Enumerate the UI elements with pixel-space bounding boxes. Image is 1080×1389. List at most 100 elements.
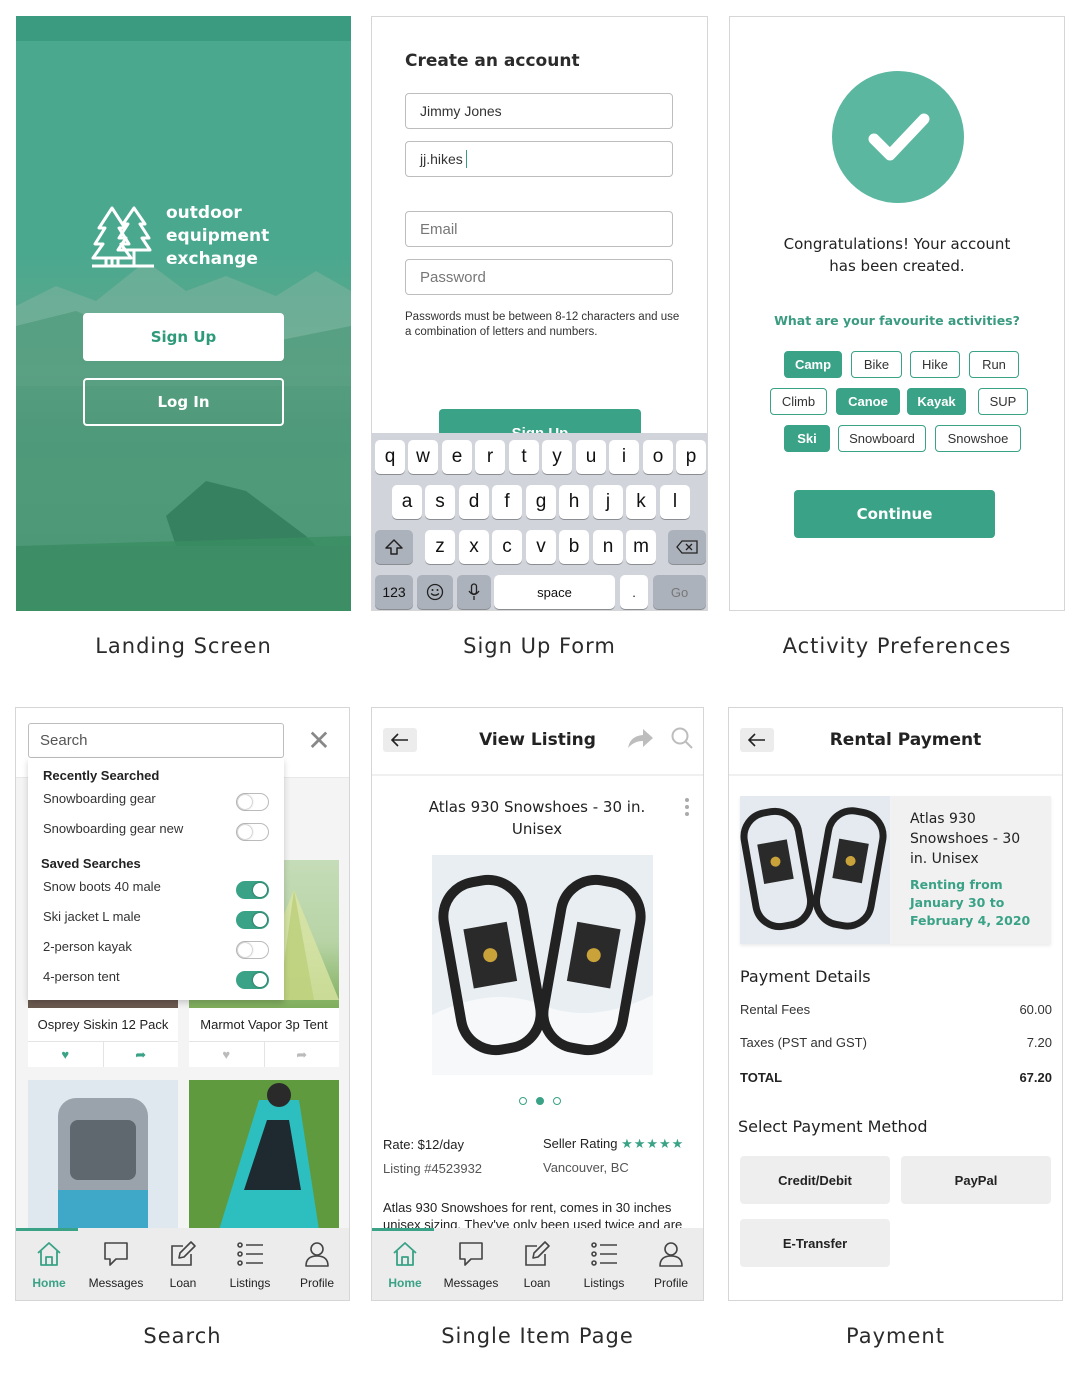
key[interactable]: u bbox=[576, 440, 606, 474]
username-field[interactable]: jj.hikes bbox=[405, 141, 673, 177]
space-key[interactable]: space bbox=[494, 575, 615, 609]
key[interactable]: h bbox=[559, 485, 589, 519]
close-icon[interactable]: ✕ bbox=[304, 726, 334, 756]
key[interactable]: v bbox=[526, 530, 556, 564]
activity-chip[interactable]: Bike bbox=[851, 351, 902, 378]
key[interactable]: c bbox=[492, 530, 522, 564]
saved-search-item[interactable]: 4-person tent bbox=[43, 969, 269, 991]
carousel-dot[interactable] bbox=[553, 1097, 561, 1105]
card-title: Marmot Vapor 3p Tent bbox=[200, 1017, 328, 1032]
key[interactable]: m bbox=[626, 530, 656, 564]
carousel-dot[interactable] bbox=[519, 1097, 527, 1105]
credit-debit-button[interactable]: Credit/Debit bbox=[740, 1156, 890, 1204]
search-icon[interactable] bbox=[670, 726, 694, 750]
toggle-switch[interactable] bbox=[236, 793, 269, 811]
key[interactable]: w bbox=[408, 440, 438, 474]
key[interactable]: d bbox=[459, 485, 489, 519]
tab-home[interactable]: Home bbox=[16, 1228, 82, 1300]
key[interactable]: y bbox=[542, 440, 572, 474]
password-field[interactable]: Password bbox=[405, 259, 673, 295]
activity-chip[interactable]: Hike bbox=[910, 351, 960, 378]
rental-item-card: Atlas 930 Snowshoes - 30 in. Unisex Rent… bbox=[740, 796, 1051, 944]
activity-chip[interactable]: Run bbox=[969, 351, 1019, 378]
key[interactable]: x bbox=[459, 530, 489, 564]
key[interactable]: l bbox=[660, 485, 690, 519]
key[interactable]: p bbox=[676, 440, 706, 474]
saved-search-item[interactable]: Ski jacket L male bbox=[43, 909, 269, 931]
search-input[interactable]: Search bbox=[28, 723, 284, 758]
key[interactable]: s bbox=[425, 485, 455, 519]
tab-messages[interactable]: Messages bbox=[83, 1228, 149, 1300]
key[interactable]: e bbox=[442, 440, 472, 474]
listing-card[interactable] bbox=[189, 1080, 339, 1232]
activity-chip[interactable]: Kayak bbox=[907, 388, 966, 415]
toggle-switch[interactable] bbox=[236, 941, 269, 959]
key[interactable]: k bbox=[626, 485, 656, 519]
activity-chip[interactable]: Snowshoe bbox=[935, 425, 1021, 452]
key[interactable]: b bbox=[559, 530, 589, 564]
key[interactable]: n bbox=[593, 530, 623, 564]
brand-line: outdoor bbox=[166, 203, 242, 223]
activity-chip[interactable]: Canoe bbox=[836, 388, 900, 415]
tab-loan[interactable]: Loan bbox=[150, 1228, 216, 1300]
numbers-key[interactable]: 123 bbox=[375, 575, 413, 609]
go-key[interactable]: Go bbox=[653, 575, 706, 609]
saved-search-item[interactable]: 2-person kayak bbox=[43, 939, 269, 961]
key[interactable]: r bbox=[475, 440, 505, 474]
recent-search-item[interactable]: Snowboarding gear new bbox=[43, 821, 269, 843]
tab-profile[interactable]: Profile bbox=[284, 1228, 349, 1300]
shift-key[interactable] bbox=[375, 530, 413, 564]
e-transfer-button[interactable]: E-Transfer bbox=[740, 1219, 890, 1267]
share-icon[interactable] bbox=[626, 726, 654, 750]
activity-chip[interactable]: Climb bbox=[770, 388, 827, 415]
toggle-switch[interactable] bbox=[236, 911, 269, 929]
tab-home[interactable]: Home bbox=[372, 1228, 438, 1300]
toggle-switch[interactable] bbox=[236, 971, 269, 989]
item-photo[interactable] bbox=[432, 855, 653, 1075]
tab-messages[interactable]: Messages bbox=[438, 1228, 504, 1300]
saved-search-item[interactable]: Snow boots 40 male bbox=[43, 879, 269, 901]
share-icon[interactable]: ➦ bbox=[263, 1042, 340, 1067]
microphone-key[interactable] bbox=[457, 575, 491, 609]
activity-chip[interactable]: Ski bbox=[784, 425, 830, 452]
period-key[interactable]: . bbox=[620, 575, 648, 609]
key[interactable]: z bbox=[425, 530, 455, 564]
activity-chip[interactable]: Camp bbox=[784, 351, 842, 378]
sign-up-button[interactable]: Sign Up bbox=[83, 313, 284, 361]
activity-chip[interactable]: SUP bbox=[978, 388, 1028, 415]
key[interactable]: q bbox=[375, 440, 405, 474]
key[interactable]: j bbox=[593, 485, 623, 519]
backspace-key[interactable] bbox=[668, 530, 706, 564]
carousel-dot[interactable] bbox=[536, 1097, 544, 1105]
congrats-message: Congratulations! Your account has been c… bbox=[730, 233, 1064, 277]
continue-button[interactable]: Continue bbox=[794, 490, 995, 538]
name-field[interactable]: Jimmy Jones bbox=[405, 93, 673, 129]
key[interactable]: o bbox=[643, 440, 673, 474]
key[interactable]: i bbox=[609, 440, 639, 474]
more-options-icon[interactable] bbox=[685, 798, 689, 816]
heart-icon[interactable]: ♥ bbox=[189, 1042, 264, 1067]
key[interactable]: a bbox=[392, 485, 422, 519]
key[interactable]: f bbox=[492, 485, 522, 519]
tab-listings[interactable]: Listings bbox=[217, 1228, 283, 1300]
carousel-dots[interactable] bbox=[518, 1096, 563, 1106]
tab-profile[interactable]: Profile bbox=[638, 1228, 703, 1300]
emoji-key[interactable] bbox=[417, 575, 453, 609]
listing-card[interactable] bbox=[28, 1080, 178, 1232]
key[interactable]: t bbox=[509, 440, 539, 474]
activity-chip[interactable]: Snowboard bbox=[838, 425, 926, 452]
tab-listings[interactable]: Listings bbox=[571, 1228, 637, 1300]
tab-label: Loan bbox=[523, 1276, 551, 1290]
tab-loan[interactable]: Loan bbox=[504, 1228, 570, 1300]
emoji-icon bbox=[426, 583, 444, 601]
toggle-switch[interactable] bbox=[236, 823, 269, 841]
recent-search-item[interactable]: Snowboarding gear bbox=[43, 791, 269, 813]
email-field[interactable]: Email bbox=[405, 211, 673, 247]
heart-icon[interactable]: ♥ bbox=[28, 1042, 103, 1067]
key[interactable]: g bbox=[526, 485, 556, 519]
log-in-button[interactable]: Log In bbox=[83, 378, 284, 426]
toggle-switch[interactable] bbox=[236, 881, 269, 899]
brand-line: equipment bbox=[166, 226, 270, 246]
paypal-button[interactable]: PayPal bbox=[901, 1156, 1051, 1204]
share-icon[interactable]: ➦ bbox=[102, 1042, 179, 1067]
